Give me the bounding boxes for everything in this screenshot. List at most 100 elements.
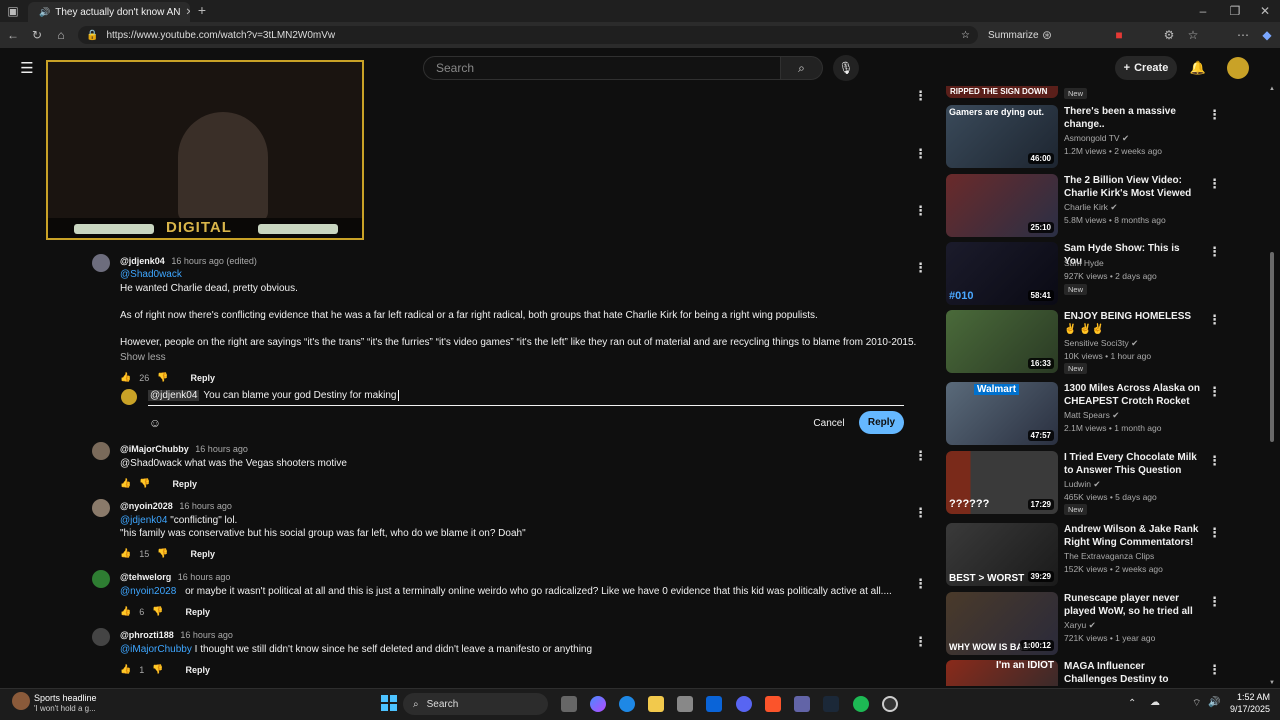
home-icon[interactable]: ⌂ (54, 28, 68, 42)
comment-author[interactable]: @nyoin2028 (120, 501, 173, 511)
close-window-icon[interactable]: ✕ (1258, 4, 1272, 18)
minimize-icon[interactable]: – (1196, 4, 1210, 18)
channel-name[interactable]: Sam Hyde (1064, 258, 1104, 268)
tab-actions-icon[interactable]: ▣ (6, 4, 20, 18)
brave-icon[interactable] (765, 696, 781, 712)
dislike-icon[interactable]: 👎 (139, 478, 150, 489)
video-thumbnail[interactable]: #010 58:41 (946, 242, 1058, 305)
video-thumbnail[interactable]: I'm an IDIOT (946, 660, 1058, 686)
extension-badge-icon[interactable]: ■ (1112, 28, 1126, 42)
channel-name[interactable]: Asmongold TV ✔ (1064, 133, 1129, 144)
video-thumbnail[interactable]: 25:10 (946, 174, 1058, 237)
video-thumbnail[interactable]: WHY WOW IS BAD. 1:00:12 (946, 592, 1058, 655)
mention-link[interactable]: @nyoin2028 (120, 586, 176, 597)
maximize-icon[interactable]: ❐ (1228, 4, 1242, 18)
like-icon[interactable]: 👍 (120, 372, 131, 383)
video-title[interactable]: Runescape player never played WoW, so he… (1064, 592, 1200, 618)
video-title[interactable]: There's been a massive change.. (1064, 105, 1200, 131)
channel-name[interactable]: Ludwin ✔ (1064, 479, 1100, 490)
comment-author[interactable]: @tehwelorg (120, 572, 171, 582)
avatar[interactable] (92, 499, 110, 517)
dislike-icon[interactable]: 👎 (157, 372, 168, 383)
page-scrollbar[interactable]: ▲ ▼ (1269, 86, 1275, 686)
comment-author[interactable]: @jdjenk04 (120, 256, 165, 266)
comment-menu-icon[interactable]: ⋮ (914, 505, 927, 521)
back-icon[interactable]: ← (6, 28, 20, 42)
submit-reply-button[interactable]: Reply (859, 411, 904, 434)
comment-author[interactable]: @iMajorChubby (120, 444, 189, 454)
more-icon[interactable]: ⋯ (1236, 28, 1250, 42)
browser-tab[interactable]: 🔊 They actually don't know AN ✕ (28, 2, 190, 22)
wifi-icon[interactable]: ⌔ (1192, 697, 1201, 710)
reply-button[interactable]: Reply (185, 607, 210, 617)
discord-icon[interactable] (736, 696, 752, 712)
sidebar-video[interactable]: Walmart 47:57 1300 Miles Across Alaska o… (946, 382, 1221, 448)
clock-date[interactable]: 9/17/2025 (1222, 704, 1270, 714)
avatar[interactable] (92, 254, 110, 272)
sidebar-video[interactable]: WHY WOW IS BAD. 1:00:12 Runescape player… (946, 592, 1221, 658)
taskbar-search[interactable]: ⌕ Search (403, 693, 548, 715)
miniplayer-video[interactable]: DIGITAL (46, 60, 364, 240)
like-icon[interactable]: 👍 (120, 606, 131, 617)
star-icon[interactable]: ☆ (961, 30, 970, 41)
sidebar-video[interactable]: Gamers are dying out. 46:00 There's been… (946, 105, 1221, 171)
comment-author[interactable]: @phrozti188 (120, 630, 174, 640)
settings-icon[interactable]: ⚙ (1162, 28, 1176, 42)
voice-search-button[interactable]: 🎙 (833, 55, 859, 81)
dislike-icon[interactable]: 👎 (152, 606, 163, 617)
sidebar-video[interactable]: I'm an IDIOT MAGA Influencer Challenges … (946, 660, 1216, 686)
sidebar-video[interactable]: BEST > WORST 39:29 Andrew Wilson & Jake … (946, 523, 1221, 589)
video-menu-icon[interactable]: ⋮ (1208, 384, 1221, 400)
video-title[interactable]: ENJOY BEING HOMELESS ✌️ ✌️✌️ (1064, 310, 1200, 336)
favorites-icon[interactable]: ☆ (1186, 28, 1200, 42)
reply-button[interactable]: Reply (172, 479, 197, 489)
reply-button[interactable]: Reply (190, 373, 215, 383)
comment-menu-icon[interactable]: ⋮ (914, 88, 927, 104)
avatar[interactable] (92, 570, 110, 588)
channel-name[interactable]: Charlie Kirk ✔ (1064, 202, 1117, 213)
avatar[interactable] (92, 442, 110, 460)
comment-time[interactable]: 16 hours ago (195, 444, 248, 454)
video-title[interactable]: The 2 Billion View Video: Charlie Kirk's… (1064, 174, 1200, 200)
tray-chevron-icon[interactable]: ⌃ (1128, 698, 1136, 709)
scrollbar-thumb[interactable] (1270, 252, 1274, 442)
copilot-app-icon[interactable] (590, 696, 606, 712)
mention-link[interactable]: @jdjenk04 (120, 515, 167, 526)
video-menu-icon[interactable]: ⋮ (1208, 312, 1221, 328)
video-thumbnail[interactable]: 16:33 (946, 310, 1058, 373)
video-thumbnail[interactable]: BEST > WORST 39:29 (946, 523, 1058, 586)
video-menu-icon[interactable]: ⋮ (1208, 176, 1221, 192)
video-menu-icon[interactable]: ⋮ (1208, 525, 1221, 541)
url-field[interactable]: 🔒 https://www.youtube.com/watch?v=3tLMN2… (78, 26, 978, 44)
mention-link[interactable]: @Shad0wack (120, 269, 182, 280)
windows-start-icon[interactable] (381, 695, 397, 711)
like-icon[interactable]: 👍 (120, 664, 131, 675)
sidebar-video[interactable]: 16:33 ENJOY BEING HOMELESS ✌️ ✌️✌️ Sensi… (946, 310, 1221, 376)
scroll-down-icon[interactable]: ▼ (1269, 680, 1275, 686)
video-menu-icon[interactable]: ⋮ (1208, 594, 1221, 610)
clock-time[interactable]: 1:52 AM (1226, 692, 1270, 702)
steam-icon[interactable] (823, 696, 839, 712)
store-icon[interactable] (677, 696, 693, 712)
comment-menu-icon[interactable]: ⋮ (914, 576, 927, 592)
sidebar-video[interactable]: #010 58:41 Sam Hyde Show: This is You Sa… (946, 242, 1221, 308)
comment-time[interactable]: 16 hours ago (edited) (171, 256, 257, 266)
obs-icon[interactable] (882, 696, 898, 712)
video-title[interactable]: Andrew Wilson & Jake Rank Right Wing Com… (1064, 523, 1200, 549)
channel-name[interactable]: The Extravaganza Clips (1064, 551, 1154, 561)
video-thumbnail[interactable]: Gamers are dying out. 46:00 (946, 105, 1058, 168)
menu-icon[interactable]: ☰ (18, 60, 36, 77)
video-thumbnail[interactable]: Walmart 47:57 (946, 382, 1058, 445)
comment-menu-icon[interactable]: ⋮ (914, 146, 927, 162)
comment-menu-icon[interactable]: ⋮ (914, 203, 927, 219)
summarize-button[interactable]: Summarize (988, 30, 1039, 41)
news-widget-icon[interactable] (12, 692, 30, 710)
mention-link[interactable]: @iMajorChubby (120, 644, 192, 655)
refresh-icon[interactable]: ↻ (30, 28, 44, 42)
dislike-icon[interactable]: 👎 (157, 548, 168, 559)
comment-time[interactable]: 16 hours ago (178, 572, 231, 582)
sidebar-video[interactable]: 25:10 The 2 Billion View Video: Charlie … (946, 174, 1221, 240)
show-less-button[interactable]: Show less (120, 352, 166, 363)
sidebar-video[interactable]: ?????? 17:29 I Tried Every Chocolate Mil… (946, 451, 1221, 517)
dislike-icon[interactable]: 👎 (152, 664, 163, 675)
